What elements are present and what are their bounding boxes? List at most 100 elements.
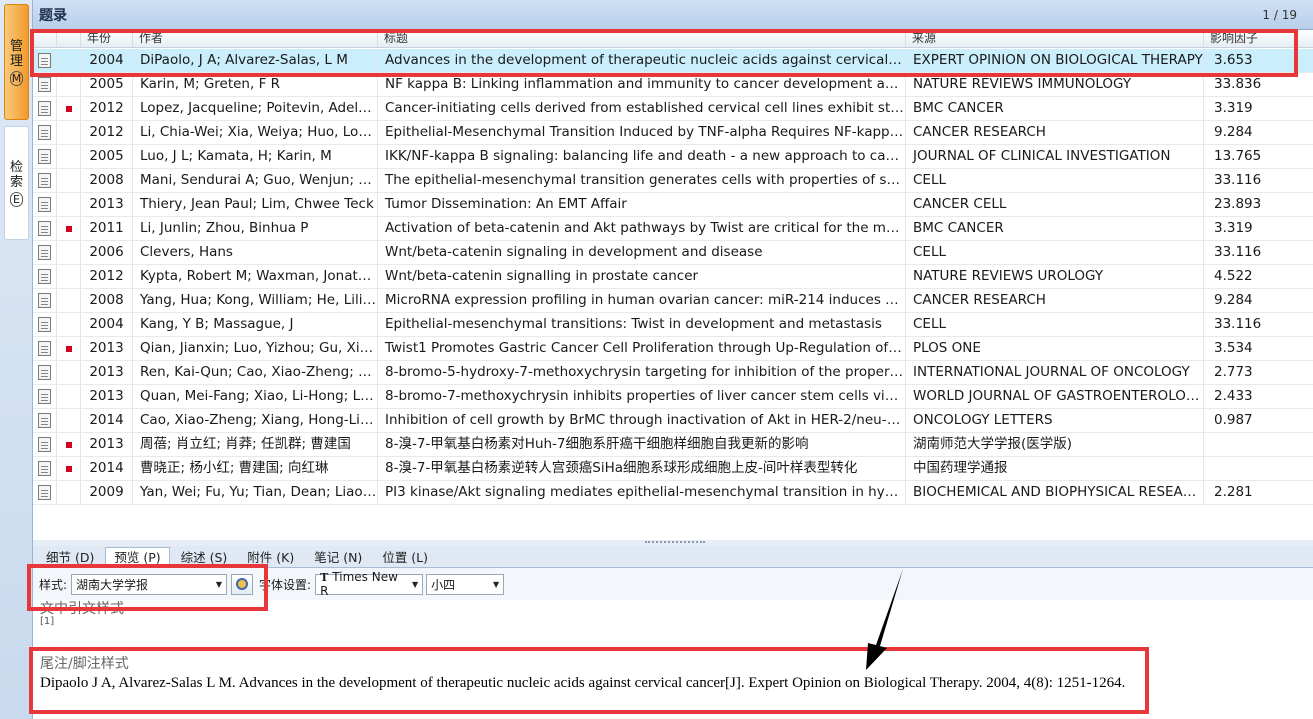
table-row[interactable]: 2004 DiPaolo, J A; Alvarez-Salas, L M Adva…	[33, 49, 1313, 73]
flag-cell[interactable]	[57, 145, 81, 168]
cell-year: 2013	[81, 337, 133, 360]
col-header-source[interactable]: 来源	[906, 30, 1204, 47]
tab-attachments[interactable]: 附件 (K)	[238, 547, 303, 567]
flag-cell[interactable]	[57, 313, 81, 336]
cell-title: Epithelial-mesenchymal transitions: Twis…	[378, 313, 906, 336]
tab-search-char-2: 索	[9, 174, 23, 190]
cell-author: 周蓓; 肖立红; 肖莽; 任凯群; 曹建国	[133, 433, 378, 456]
flag-cell[interactable]	[57, 265, 81, 288]
tab-location[interactable]: 位置 (L)	[373, 547, 437, 567]
left-tab-strip: 管 理 M 检 索 E	[0, 0, 33, 719]
col-header-title[interactable]: 标题	[378, 30, 906, 47]
cell-year: 2011	[81, 217, 133, 240]
flag-cell[interactable]	[57, 457, 81, 480]
cell-author: Li, Chia-Wei; Xia, Weiya; Huo, Longfei	[133, 121, 378, 144]
cell-year: 2014	[81, 457, 133, 480]
table-row[interactable]: 2004 Kang, Y B; Massague, J Epithelial-mes…	[33, 313, 1313, 337]
table-row[interactable]: 2013Ren, Kai-Qun; Cao, Xiao-Zheng; Liu, …	[33, 361, 1313, 385]
cell-title: 8-bromo-7-methoxychrysin inhibits proper…	[378, 385, 906, 408]
table-body: 2004 DiPaolo, J A; Alvarez-Salas, L M Adva…	[33, 49, 1313, 505]
record-type-cell	[33, 265, 57, 288]
flag-cell[interactable]	[57, 385, 81, 408]
tab-search-char-1: 检	[9, 159, 23, 175]
tab-notes[interactable]: 笔记 (N)	[305, 547, 371, 567]
table-row[interactable]: 2012 Kypta, Robert M; Waxman, Jonathan Wnt…	[33, 265, 1313, 289]
record-type-cell	[33, 409, 57, 432]
flag-cell[interactable]	[57, 73, 81, 96]
cell-title: Advances in the development of therapeut…	[378, 49, 906, 72]
table-row[interactable]: 2013 周蓓; 肖立红; 肖莽; 任凯群; 曹建国 8-溴-7-甲氧基白杨素对Hu…	[33, 433, 1313, 457]
record-type-cell	[33, 121, 57, 144]
font-settings-label: 字体设置:	[259, 577, 312, 592]
table-row[interactable]: 2012 Li, Chia-Wei; Xia, Weiya; Huo, Longf…	[33, 121, 1313, 145]
cell-author: Kang, Y B; Massague, J	[133, 313, 378, 336]
table-row[interactable]: 2008Mani, Sendurai A; Guo, Wenjun; Liao,…	[33, 169, 1313, 193]
style-toolbar: 样式: 湖南大学学报 ▼ 字体设置: T Times New R ▼ 小四 ▼	[33, 568, 1313, 600]
table-row[interactable]: 2011 Li, Junlin; Zhou, Binhua P Activation…	[33, 217, 1313, 241]
tab-details[interactable]: 细节 (D)	[37, 547, 103, 567]
cell-source: CANCER RESEARCH	[906, 289, 1204, 312]
cell-year: 2009	[81, 481, 133, 504]
record-type-cell	[33, 97, 57, 120]
table-row[interactable]: 2005 Karin, M; Greten, F R NF kappa B: Lin…	[33, 73, 1313, 97]
tab-preview[interactable]: 预览 (P)	[105, 547, 170, 567]
red-flag-icon	[65, 441, 72, 448]
tab-manage-char-1: 管	[9, 38, 23, 54]
table-row[interactable]: 2014 曹晓正; 杨小红; 曹建国; 向红琳 8-溴-7-甲氧基白杨素逆转人宫颈癌…	[33, 457, 1313, 481]
flag-cell[interactable]	[57, 169, 81, 192]
flag-cell[interactable]	[57, 481, 81, 504]
cell-title: Twist1 Promotes Gastric Cancer Cell Prol…	[378, 337, 906, 360]
style-select[interactable]: 湖南大学学报 ▼	[71, 573, 228, 595]
flag-cell[interactable]	[57, 409, 81, 432]
flag-cell[interactable]	[57, 121, 81, 144]
cell-year: 2013	[81, 433, 133, 456]
cell-author: Clevers, Hans	[133, 241, 378, 264]
cell-year: 2013	[81, 385, 133, 408]
cell-source: BMC CANCER	[906, 217, 1204, 240]
table-row[interactable]: 2013 Qian, Jianxin; Luo, Yizhou; Gu, Xiao…	[33, 337, 1313, 361]
flag-cell[interactable]	[57, 337, 81, 360]
tab-manage[interactable]: 管 理 M	[4, 4, 29, 120]
font-size-select[interactable]: 小四 ▼	[426, 573, 505, 595]
splitter-grip[interactable]	[645, 541, 705, 544]
cell-impact: 2.773	[1214, 364, 1253, 380]
detail-tabs: 细节 (D) 预览 (P) 综述 (S) 附件 (K) 笔记 (N) 位置 (L…	[33, 546, 1313, 568]
document-icon	[38, 437, 51, 452]
cell-year: 2005	[81, 145, 133, 168]
table-row[interactable]: 2005 Luo, J L; Kamata, H; Karin, M IKK/NF-…	[33, 145, 1313, 169]
table-row[interactable]: 2006 Clevers, Hans Wnt/beta-catenin signal…	[33, 241, 1313, 265]
cell-year: 2004	[81, 313, 133, 336]
tab-summary[interactable]: 综述 (S)	[172, 547, 237, 567]
table-row[interactable]: 2008 Yang, Hua; Kong, William; He, Lili; …	[33, 289, 1313, 313]
flag-cell[interactable]	[57, 241, 81, 264]
flag-cell[interactable]	[57, 289, 81, 312]
cell-impact: 33.116	[1214, 172, 1262, 188]
cell-impact	[1204, 457, 1304, 480]
col-header-author[interactable]: 作者	[133, 30, 378, 47]
document-icon	[38, 77, 51, 92]
cell-year: 2012	[81, 121, 133, 144]
table-row[interactable]: 2012 Lopez, Jacqueline; Poitevin, Adela; …	[33, 97, 1313, 121]
flag-cell[interactable]	[57, 97, 81, 120]
col-header-year[interactable]: 年份	[81, 30, 133, 47]
table-row[interactable]: 2013 Quan, Mei-Fang; Xiao, Li-Hong; Liu, …	[33, 385, 1313, 409]
table-row[interactable]: 2009 Yan, Wei; Fu, Yu; Tian, Dean; Liao, …	[33, 481, 1313, 505]
tab-search[interactable]: 检 索 E	[4, 126, 29, 240]
col-header-impact[interactable]: 影响因子	[1204, 30, 1304, 47]
cell-title: Cancer-initiating cells derived from est…	[378, 97, 906, 120]
flag-cell[interactable]	[57, 217, 81, 240]
table-row[interactable]: 2013 Thiery, Jean Paul; Lim, Chwee Teck Tu…	[33, 193, 1313, 217]
flag-cell[interactable]	[57, 361, 81, 384]
cell-year: 2008	[81, 289, 133, 312]
table-row[interactable]: 2014Cao, Xiao-Zheng; Xiang, Hong-Lin; Qu…	[33, 409, 1313, 433]
cell-impact: 33.116	[1214, 316, 1262, 332]
font-select[interactable]: T Times New R ▼	[315, 570, 424, 598]
record-type-cell	[33, 481, 57, 504]
flag-cell[interactable]	[57, 433, 81, 456]
font-select-value: Times New R	[320, 570, 398, 598]
style-settings-button[interactable]	[231, 573, 254, 595]
in-text-citation-marker: [1]	[40, 616, 55, 627]
cell-title: Epithelial-Mesenchymal Transition Induce…	[378, 121, 906, 144]
flag-cell[interactable]	[57, 193, 81, 216]
flag-cell[interactable]	[57, 49, 81, 72]
